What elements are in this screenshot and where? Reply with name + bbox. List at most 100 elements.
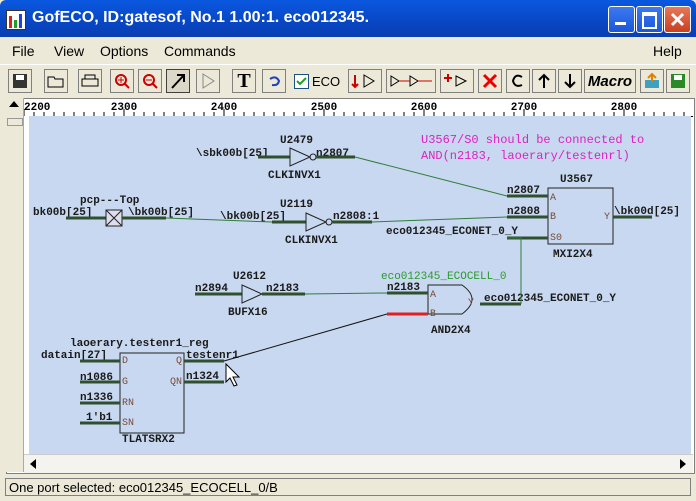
- redo-icon: [511, 74, 523, 87]
- latch-pin-rn: RN: [122, 398, 134, 409]
- save-button[interactable]: [8, 69, 32, 93]
- u2479-type-label: CLKINVX1: [268, 170, 321, 182]
- add-cell-icon: [444, 74, 468, 87]
- buffer-tool-button[interactable]: [196, 69, 220, 93]
- u2119-type-label: CLKINVX1: [285, 235, 338, 247]
- macro-button[interactable]: Macro: [584, 69, 636, 93]
- vertical-scrollbar[interactable]: [6, 98, 24, 472]
- ruler-label: 2300: [111, 102, 137, 114]
- menu-options[interactable]: Options: [100, 43, 148, 59]
- mouse-cursor-icon: [225, 362, 241, 387]
- horizontal-scrollbar[interactable]: [24, 454, 693, 473]
- menu-help[interactable]: Help: [653, 43, 682, 59]
- maximize-icon: [642, 12, 657, 29]
- export-button[interactable]: [640, 69, 664, 93]
- wire-n2808[interactable]: [371, 216, 508, 223]
- add-cell-button[interactable]: [440, 69, 474, 93]
- move-down-button[interactable]: [558, 69, 582, 93]
- u2612-type-label: BUFX16: [228, 307, 268, 319]
- u2119-inverter-symbol: [305, 212, 328, 232]
- checkmark-icon: [296, 77, 307, 86]
- insert-gate-button[interactable]: [348, 69, 382, 93]
- ruler-label: 2600: [411, 102, 437, 114]
- wire-n2183[interactable]: [304, 292, 388, 295]
- insert-buffer-chain-button[interactable]: [386, 69, 436, 93]
- u2612-buffer-symbol: [241, 284, 264, 304]
- ruler-label: 2700: [511, 102, 537, 114]
- latch-instance-label: laoerary.testenr1_reg: [70, 338, 209, 350]
- minimize-icon: [615, 22, 626, 25]
- note-line-1: U3567/S0 should be connected to: [421, 133, 644, 147]
- cell-u2119[interactable]: U2119 \bk00b[25] n2808:1 CLKINVX1: [220, 199, 380, 247]
- ecocell-pin-a: A: [430, 290, 436, 301]
- menu-file[interactable]: File: [12, 43, 35, 59]
- ruler-label: 2800: [611, 102, 637, 114]
- ruler-ticks: 2200 2300 2400 2500 2600 2700 2800: [24, 102, 685, 116]
- u2479-instance-label: U2479: [280, 135, 313, 147]
- u3567-type-label: MXI2X4: [553, 249, 593, 261]
- buffer-chain-icon: [390, 75, 432, 87]
- title-bar: GofECO, ID:gatesof, No.1 1.00:1. eco0123…: [0, 0, 696, 37]
- red-x-icon: [482, 73, 498, 89]
- close-icon: [670, 12, 685, 27]
- scroll-up-icon[interactable]: [9, 101, 19, 107]
- minimize-button[interactable]: [608, 6, 635, 33]
- schematic-canvas[interactable]: U3567/S0 should be connected to AND(n218…: [29, 116, 691, 454]
- app-logo-icon: [6, 10, 26, 30]
- toolbar: T ECO Macro: [0, 64, 696, 99]
- undo-button[interactable]: [262, 69, 286, 93]
- u3567-pin-b: B: [550, 212, 556, 223]
- latch-pin-g: G: [122, 377, 128, 388]
- eco-checkbox[interactable]: [294, 74, 309, 89]
- cell-latch[interactable]: laoerary.testenr1_reg D G RN SN Q QN dat…: [41, 338, 239, 446]
- u3567-pin-a: A: [550, 193, 556, 204]
- cell-u2479[interactable]: U2479 \sbk00b[25] n2807 CLKINVX1: [196, 135, 355, 182]
- scroll-right-icon[interactable]: [680, 459, 686, 469]
- scroll-left-icon[interactable]: [30, 459, 36, 469]
- latch-pin-qn: QN: [170, 377, 182, 388]
- triangle-gate-icon: [202, 73, 215, 89]
- delete-button[interactable]: [478, 69, 502, 93]
- save-disk-icon: [671, 74, 685, 88]
- menu-commands[interactable]: Commands: [164, 43, 236, 59]
- window-title: GofECO, ID:gatesof, No.1 1.00:1. eco0123…: [32, 9, 370, 26]
- zoom-in-button[interactable]: [110, 69, 134, 93]
- u3567-pin-s0: S0: [550, 233, 562, 244]
- status-bar: One port selected: eco012345_ECOCELL_0/B: [0, 476, 696, 501]
- latch-pin-d: D: [122, 356, 128, 367]
- top-ruler: 2200 2300 2400 2500 2600 2700 2800: [24, 99, 693, 117]
- text-tool-button[interactable]: T: [232, 69, 256, 93]
- pcp-instance-label: pcp---Top: [80, 195, 140, 207]
- arrow-down-icon: [564, 74, 576, 89]
- menu-view[interactable]: View: [54, 43, 84, 59]
- open-button[interactable]: [44, 69, 68, 93]
- zoom-out-icon: [143, 74, 158, 89]
- latch-type-label: TLATSRX2: [122, 434, 175, 446]
- zoom-out-button[interactable]: [138, 69, 162, 93]
- vertical-scroll-thumb[interactable]: [7, 118, 23, 126]
- move-up-button[interactable]: [532, 69, 556, 93]
- maximize-button[interactable]: [636, 6, 663, 33]
- menu-bar: File View Options Commands Help: [0, 37, 696, 64]
- ruler-label: 2400: [211, 102, 237, 114]
- select-tool-button[interactable]: [166, 69, 190, 93]
- cell-eco-and2x4[interactable]: eco012345_ECOCELL_0 A B Y n2183 eco01234…: [381, 271, 616, 337]
- u2479-input-net: \sbk00b[25]: [196, 148, 269, 160]
- arrow-pointer-icon: [171, 74, 185, 89]
- schematic-svg[interactable]: U3567/S0 should be connected to AND(n218…: [29, 116, 691, 454]
- print-button[interactable]: [78, 69, 102, 93]
- cell-pcp-top[interactable]: pcp---Top bk00b[25] \bk00b[25]: [33, 195, 194, 227]
- close-button[interactable]: [664, 6, 691, 33]
- u2479-inverter-symbol: [289, 147, 312, 167]
- zoom-in-icon: [115, 74, 130, 89]
- save-all-button[interactable]: [666, 69, 690, 93]
- u2612-instance-label: U2612: [233, 271, 266, 283]
- latch-pin-q: Q: [176, 356, 182, 367]
- redo-button[interactable]: [506, 69, 530, 93]
- printer-icon: [81, 74, 99, 87]
- cell-u2612[interactable]: U2612 n2894 n2183 BUFX16: [195, 271, 305, 319]
- cell-u3567[interactable]: U3567 A B S0 Y n2807 n2808 eco012345_ECO…: [386, 174, 680, 261]
- wire-testenr1-rubberband[interactable]: [223, 313, 388, 362]
- ruler-label: 2200: [24, 102, 50, 114]
- export-icon: [645, 72, 659, 88]
